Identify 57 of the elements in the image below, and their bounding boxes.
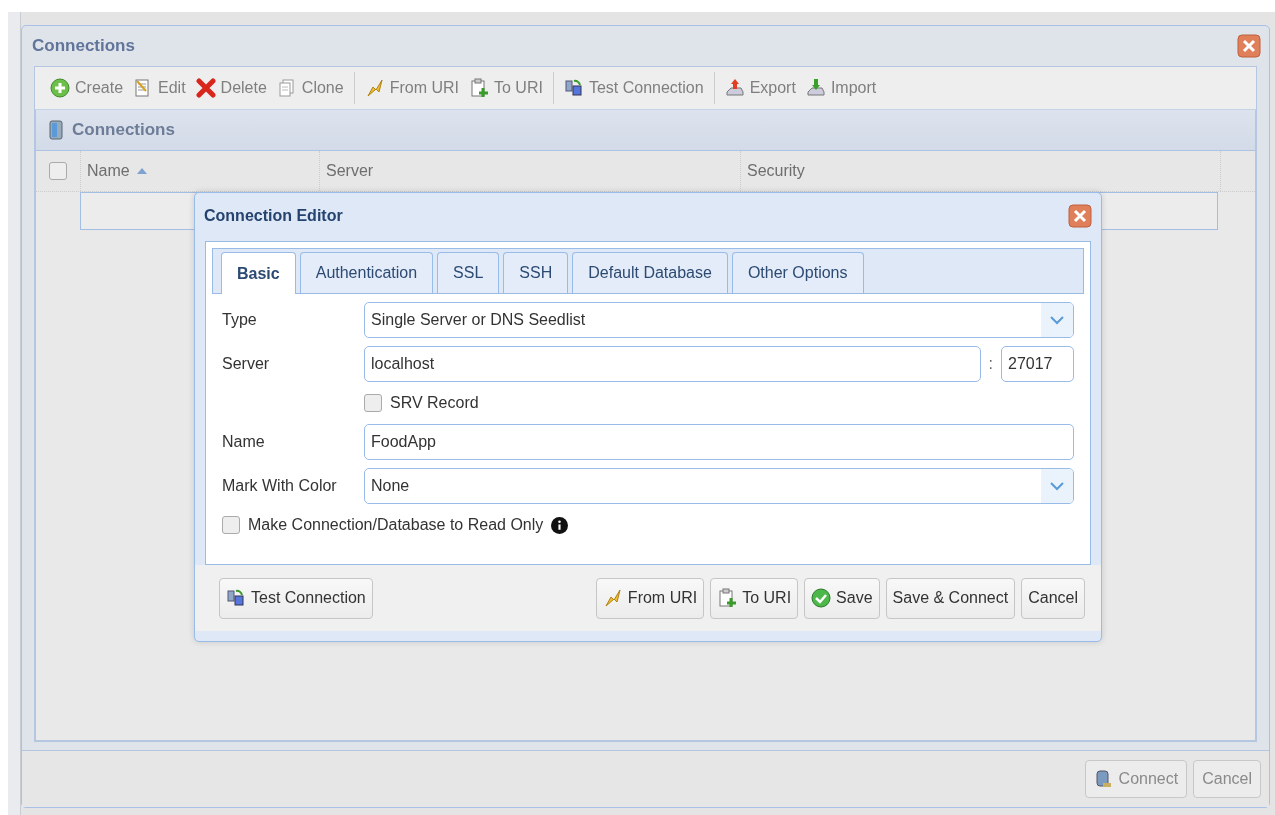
- checkbox-label[interactable]: Make Connection/Database to Read Only: [248, 516, 544, 534]
- tab[interactable]: Basic: [221, 252, 296, 294]
- tab[interactable]: Other Options: [731, 252, 864, 293]
- panel-title: Connections: [72, 120, 175, 140]
- port-field[interactable]: 27017: [1001, 346, 1074, 382]
- window-title: Connections: [32, 36, 135, 56]
- select-field[interactable]: None: [364, 468, 1074, 504]
- column-header[interactable]: Security: [741, 151, 1221, 191]
- database-plug-icon: [1093, 769, 1114, 789]
- dialog-button[interactable]: From URI: [595, 577, 705, 619]
- info-icon[interactable]: [551, 516, 569, 534]
- check-circle-icon: [811, 588, 832, 608]
- tab[interactable]: SSL: [437, 252, 500, 293]
- toolbar-button[interactable]: Import: [802, 76, 880, 100]
- plus-icon: [50, 78, 70, 98]
- checkbox-label[interactable]: SRV Record: [390, 394, 479, 412]
- close-icon[interactable]: [1068, 204, 1092, 228]
- chevron-down-icon: [1050, 315, 1064, 325]
- dropdown-toggle[interactable]: [1041, 303, 1073, 337]
- input-field[interactable]: FoodApp: [364, 424, 1074, 460]
- clipboard-plus-icon: [717, 588, 738, 608]
- tab[interactable]: SSH: [503, 252, 569, 293]
- clipboard-plus-icon: [469, 78, 489, 98]
- tray-down-arrow-icon: [805, 78, 826, 98]
- input-field[interactable]: localhost: [364, 346, 981, 382]
- dialog-button[interactable]: Cancel: [1021, 577, 1085, 619]
- toolbar-button[interactable]: Edit: [130, 76, 189, 100]
- dialog-button[interactable]: Save: [804, 577, 880, 619]
- toolbar-button[interactable]: To URI: [466, 76, 546, 100]
- field-label: Server: [222, 355, 271, 373]
- dialog-button[interactable]: Test Connection: [219, 577, 373, 619]
- field-label: Name: [222, 433, 266, 451]
- toolbar-button[interactable]: Test Connection: [560, 76, 707, 100]
- dialog-button[interactable]: To URI: [710, 577, 799, 619]
- tab[interactable]: Default Database: [572, 252, 728, 293]
- documents-icon: [276, 78, 297, 98]
- cross-icon: [195, 78, 216, 98]
- field-label: Type: [222, 311, 258, 329]
- column-header[interactable]: Name: [81, 151, 320, 191]
- close-icon[interactable]: [1237, 34, 1261, 58]
- tray-up-arrow-icon: [724, 78, 745, 98]
- select-all-checkbox[interactable]: [49, 162, 67, 180]
- tab[interactable]: Authentication: [299, 252, 434, 293]
- field-label: Mark With Color: [222, 477, 338, 495]
- dialog-title: Connection Editor: [204, 207, 343, 225]
- checkbox[interactable]: [364, 394, 382, 412]
- servers-icon: [563, 78, 584, 98]
- dropdown-toggle[interactable]: [1041, 469, 1073, 503]
- checkbox[interactable]: [222, 516, 240, 534]
- database-icon: [46, 120, 66, 140]
- dialog-button[interactable]: Save & Connect: [885, 577, 1016, 619]
- column-header[interactable]: Server: [320, 151, 741, 191]
- toolbar-button[interactable]: Export: [721, 76, 799, 100]
- select-field[interactable]: Single Server or DNS Seedlist: [364, 302, 1074, 338]
- servers-icon: [226, 588, 246, 608]
- chevron-down-icon: [1050, 481, 1064, 491]
- port-separator: :: [988, 355, 993, 373]
